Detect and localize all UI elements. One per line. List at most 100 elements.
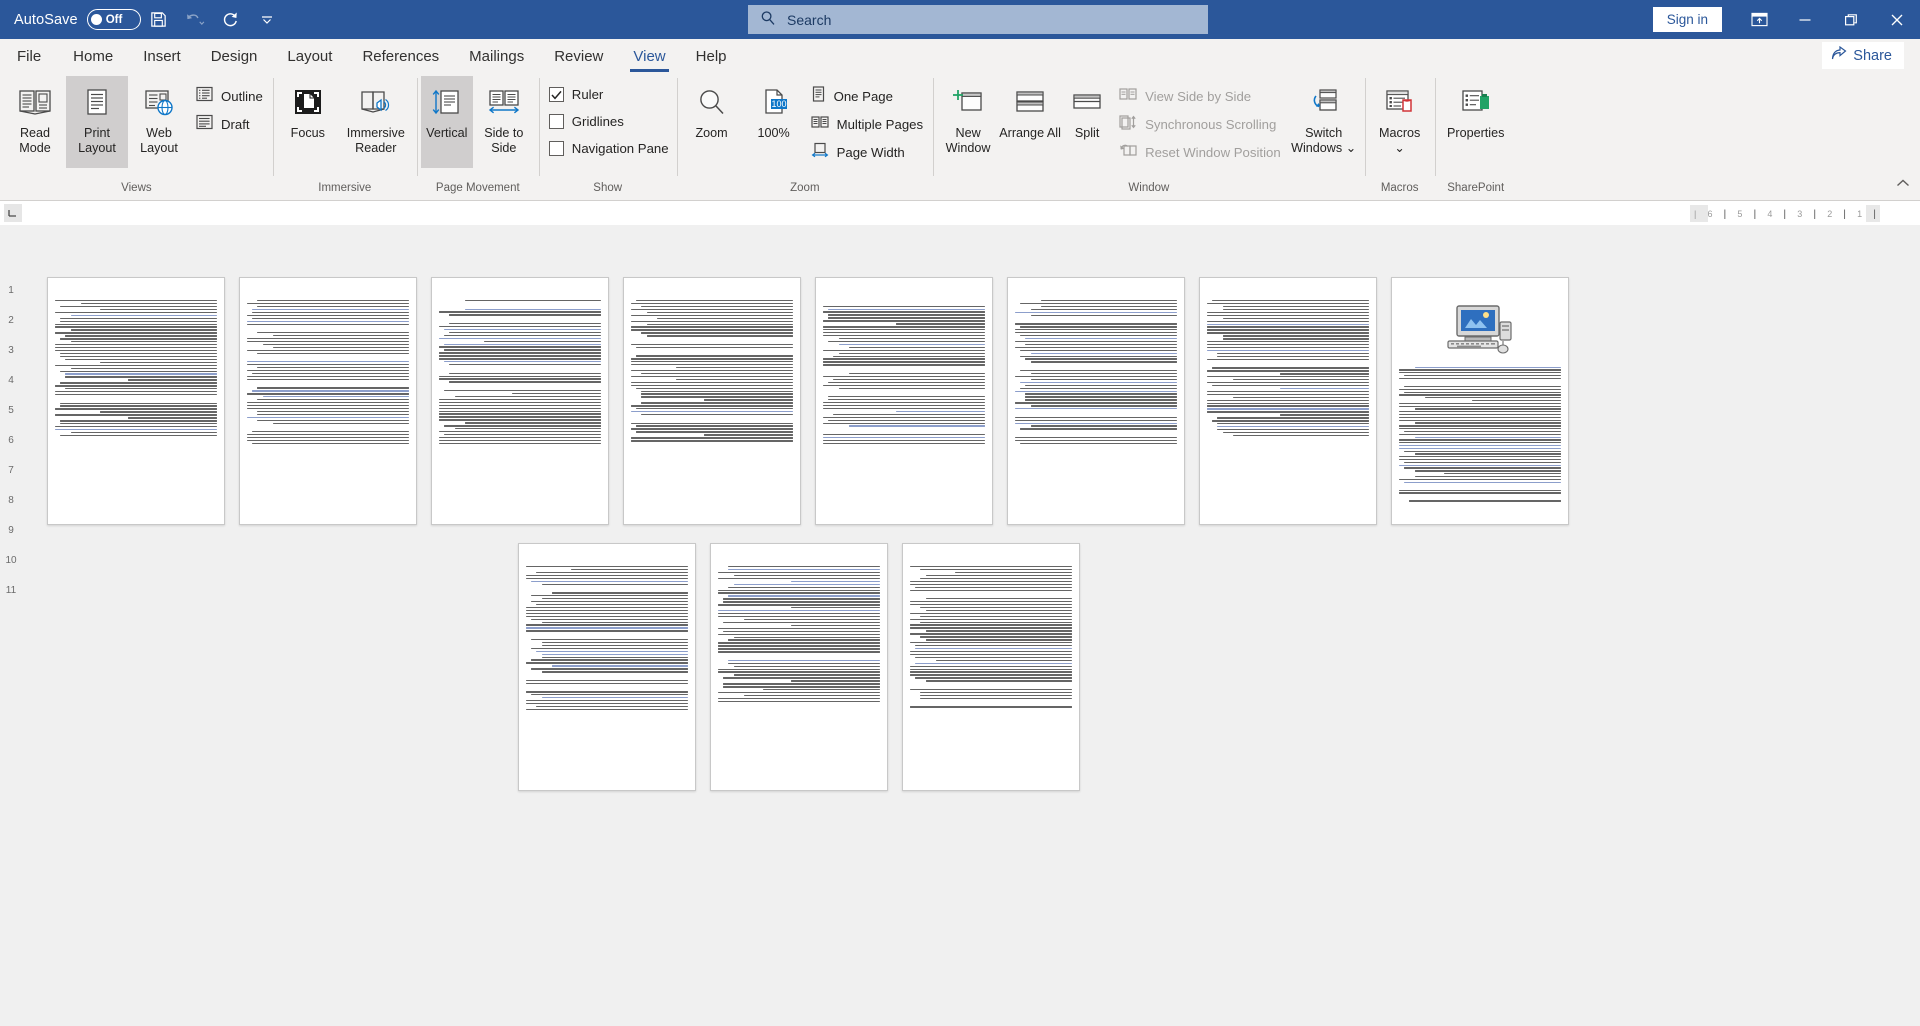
new-window-button[interactable]: New Window (937, 76, 999, 168)
ruler-checkbox-row[interactable]: Ruler (548, 82, 669, 107)
zoom-button[interactable]: Zoom (681, 76, 743, 168)
gridlines-checkbox-row[interactable]: Gridlines (548, 109, 669, 134)
vertical-button[interactable]: Vertical (420, 76, 473, 168)
page-thumbnail[interactable] (902, 543, 1080, 791)
zoom-100-button[interactable]: 100 100% (743, 76, 805, 168)
document-text-line (718, 592, 880, 594)
document-text-line (59, 423, 217, 425)
document-text-line (1403, 375, 1561, 377)
page-width-button[interactable]: Page Width (805, 138, 930, 166)
reset-window-position-button[interactable]: Reset Window Position (1113, 138, 1287, 166)
print-layout-button[interactable]: Print Layout (66, 76, 128, 168)
document-text-line (247, 340, 409, 343)
document-text-line (59, 352, 217, 355)
tab-stop-icon[interactable] (4, 204, 22, 222)
tab-mailings[interactable]: Mailings (454, 41, 539, 72)
navigation-pane-checkbox[interactable] (548, 141, 564, 156)
one-page-button[interactable]: One Page (805, 82, 930, 110)
tab-insert[interactable]: Insert (128, 41, 196, 72)
document-text-line (823, 375, 985, 378)
gridlines-checkbox[interactable] (548, 114, 564, 129)
share-button[interactable]: Share (1822, 42, 1904, 69)
document-text-line (727, 586, 880, 588)
document-text-line (64, 388, 217, 390)
tab-design[interactable]: Design (196, 41, 273, 72)
ruler-tick-5: 4 (1767, 208, 1773, 219)
document-text-line (64, 376, 217, 378)
side-to-side-button[interactable]: Side to Side (473, 76, 535, 168)
document-text-line (823, 320, 985, 322)
autosave-toggle[interactable]: Off (86, 9, 141, 30)
arrange-all-button[interactable]: Arrange All (999, 76, 1061, 168)
web-layout-button[interactable]: Web Layout (128, 76, 190, 168)
horizontal-ruler[interactable]: | 6 | 5 | 4 | 3 | 2 | 1 | (1690, 205, 1880, 222)
document-text-line (910, 642, 1072, 644)
document-text-line (1399, 411, 1561, 413)
page-thumbnail[interactable] (710, 543, 888, 791)
document-text-line (448, 322, 601, 325)
document-text-line (1216, 417, 1369, 419)
ribbon-group-sharepoint: Properties SharePoint (1434, 72, 1517, 200)
ribbon-group-zoom: Zoom 100 100% One Page Multiple Pages Pa… (676, 72, 934, 200)
switch-windows-button[interactable]: Switch Windows ⌄ (1287, 76, 1361, 168)
page-thumbnail[interactable] (47, 277, 225, 525)
read-mode-button[interactable]: Read Mode (4, 76, 66, 168)
document-text-line (247, 439, 409, 442)
tab-layout[interactable]: Layout (272, 41, 347, 72)
document-text-line (647, 311, 793, 314)
tab-view[interactable]: View (618, 41, 680, 72)
restore-icon[interactable] (1828, 0, 1874, 39)
group-label-show: Show (593, 182, 623, 194)
outline-button[interactable]: Outline (190, 82, 269, 110)
immersive-reader-button[interactable]: Immersive Reader (339, 76, 413, 168)
tab-references[interactable]: References (347, 41, 454, 72)
undo-icon[interactable] (177, 3, 213, 37)
document-text-line (530, 618, 688, 620)
view-side-by-side-button[interactable]: View Side by Side (1113, 82, 1287, 110)
document-text-line (443, 389, 601, 392)
page-width-label: Page Width (836, 144, 905, 160)
collapse-ribbon-icon[interactable] (1896, 176, 1910, 194)
ruler-tick-11: 1 (1857, 208, 1863, 219)
focus-button[interactable]: Focus (277, 76, 339, 168)
ruler-tick-9: 2 (1827, 208, 1833, 219)
tab-file[interactable]: File (0, 41, 58, 72)
document-text-line (526, 574, 688, 577)
page-thumbnail[interactable] (1199, 277, 1377, 525)
macros-button[interactable]: Macros ⌄ (1369, 76, 1431, 168)
page-thumbnail[interactable] (518, 543, 696, 791)
save-icon[interactable] (141, 3, 177, 37)
document-text-line (631, 308, 793, 311)
page-thumbnail[interactable] (431, 277, 609, 525)
sign-in-button[interactable]: Sign in (1652, 7, 1722, 32)
page-thumbnail[interactable] (815, 277, 993, 525)
page-thumbnail[interactable] (239, 277, 417, 525)
document-text-line (439, 413, 601, 415)
document-text-line (247, 337, 409, 340)
tab-home[interactable]: Home (58, 41, 128, 72)
navigation-pane-checkbox-row[interactable]: Navigation Pane (548, 136, 669, 161)
document-canvas[interactable]: 1 2 3 4 5 6 7 8 9 10 11 (0, 225, 1920, 1026)
ribbon-display-options-icon[interactable] (1736, 0, 1782, 39)
page-thumbnail[interactable] (1007, 277, 1185, 525)
split-button[interactable]: Split (1061, 76, 1113, 168)
draft-button[interactable]: Draft (190, 110, 269, 138)
ruler-checkbox[interactable] (548, 87, 564, 102)
tab-review[interactable]: Review (539, 41, 618, 72)
document-text-line (823, 364, 985, 366)
document-text-line (455, 428, 601, 430)
synchronous-scrolling-button[interactable]: Synchronous Scrolling (1113, 110, 1287, 138)
close-icon[interactable] (1874, 0, 1920, 39)
search-box[interactable] (748, 5, 1208, 34)
document-text-line (718, 604, 880, 606)
minimize-icon[interactable] (1782, 0, 1828, 39)
page-thumbnail[interactable] (1391, 277, 1569, 525)
search-input[interactable] (787, 11, 1167, 28)
multiple-pages-button[interactable]: Multiple Pages (805, 110, 930, 138)
tab-help[interactable]: Help (681, 41, 742, 72)
document-text-line (718, 648, 880, 650)
properties-button[interactable]: Properties (1439, 76, 1513, 168)
page-thumbnail[interactable] (623, 277, 801, 525)
redo-icon[interactable] (213, 3, 249, 37)
customize-quick-access-toolbar-chevron-down-icon[interactable] (249, 3, 285, 37)
